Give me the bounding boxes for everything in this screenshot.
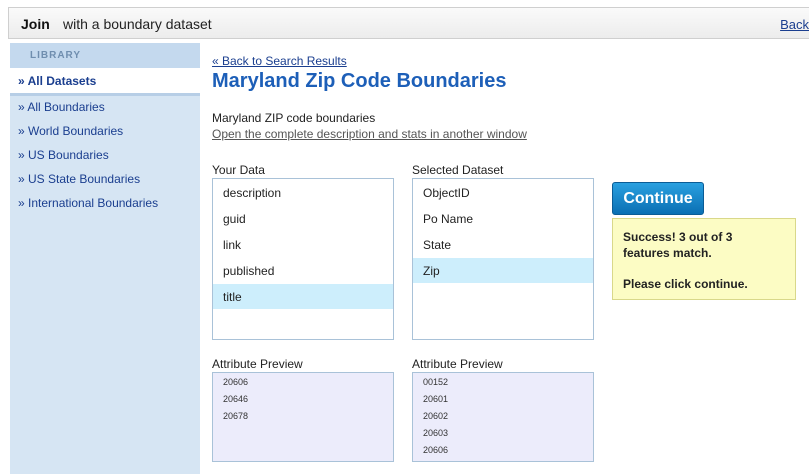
your-data-preview: 20606 20646 20678: [212, 372, 394, 462]
list-item[interactable]: Po Name: [413, 206, 593, 231]
open-description-link[interactable]: Open the complete description and stats …: [212, 127, 527, 141]
back-to-search-link[interactable]: « Back to Search Results: [212, 54, 347, 68]
your-data-preview-label: Attribute Preview: [212, 357, 303, 371]
list-item[interactable]: State: [413, 232, 593, 257]
list-item[interactable]: published: [213, 258, 393, 283]
sidebar-item-world-boundaries[interactable]: » World Boundaries: [18, 124, 123, 138]
your-data-label: Your Data: [212, 163, 265, 177]
continue-prompt: Please click continue.: [623, 277, 748, 291]
preview-value: 20606: [223, 377, 249, 387]
list-item-selected[interactable]: Zip: [413, 258, 593, 283]
selected-dataset-label: Selected Dataset: [412, 163, 504, 177]
library-header: LIBRARY: [10, 43, 200, 68]
preview-value: 20601: [423, 394, 449, 404]
selected-dataset-list[interactable]: ObjectID Po Name State Zip: [412, 178, 594, 340]
library-heading: LIBRARY: [30, 50, 82, 61]
preview-value: 20678: [223, 411, 249, 421]
selected-dataset-preview-label: Attribute Preview: [412, 357, 503, 371]
list-item-label: link: [223, 238, 242, 252]
list-item-selected[interactable]: title: [213, 284, 393, 309]
sidebar-item-all-boundaries[interactable]: » All Boundaries: [18, 100, 105, 114]
preview-value: 20606: [423, 445, 449, 455]
preview-value: 20646: [223, 394, 249, 404]
selected-dataset-preview: 00152 20601 20602 20603 20606: [412, 372, 594, 462]
your-data-list[interactable]: description guid link published title: [212, 178, 394, 340]
dataset-description: Maryland ZIP code boundaries: [212, 111, 376, 125]
sidebar-item-international-boundaries[interactable]: » International Boundaries: [18, 196, 158, 210]
back-link[interactable]: Back: [780, 17, 809, 32]
list-item-label: title: [223, 290, 242, 304]
list-item-label: published: [223, 264, 275, 278]
dialog-title-bold: Join: [21, 16, 50, 32]
list-item[interactable]: ObjectID: [413, 180, 593, 205]
sidebar: LIBRARY » All Datasets » All Boundaries …: [10, 43, 200, 474]
sidebar-item-us-boundaries[interactable]: » US Boundaries: [18, 148, 109, 162]
success-text: Success! 3 out of 3 features match.: [623, 230, 733, 260]
preview-value: 00152: [423, 377, 449, 387]
list-item-label: Zip: [423, 264, 440, 278]
continue-button[interactable]: Continue: [612, 182, 704, 215]
list-item[interactable]: link: [213, 232, 393, 257]
sidebar-item-us-state-boundaries[interactable]: » US State Boundaries: [18, 172, 140, 186]
page-title: Maryland Zip Code Boundaries: [212, 70, 507, 92]
list-item-label: Po Name: [423, 212, 474, 226]
list-item-label: description: [223, 186, 282, 200]
preview-value: 20602: [423, 411, 449, 421]
success-message: Success! 3 out of 3 features match. Plea…: [612, 218, 796, 300]
list-item[interactable]: guid: [213, 206, 393, 231]
sidebar-item-all-datasets[interactable]: » All Datasets: [10, 68, 200, 96]
list-item-label: guid: [223, 212, 246, 226]
list-item[interactable]: description: [213, 180, 393, 205]
dialog-titlebar: Join with a boundary dataset Back: [8, 7, 809, 39]
list-item-label: State: [423, 238, 452, 252]
sidebar-item-label: » All Datasets: [18, 74, 97, 88]
preview-value: 20603: [423, 428, 449, 438]
dialog-title: with a boundary dataset: [63, 16, 212, 32]
list-item-label: ObjectID: [423, 186, 470, 200]
